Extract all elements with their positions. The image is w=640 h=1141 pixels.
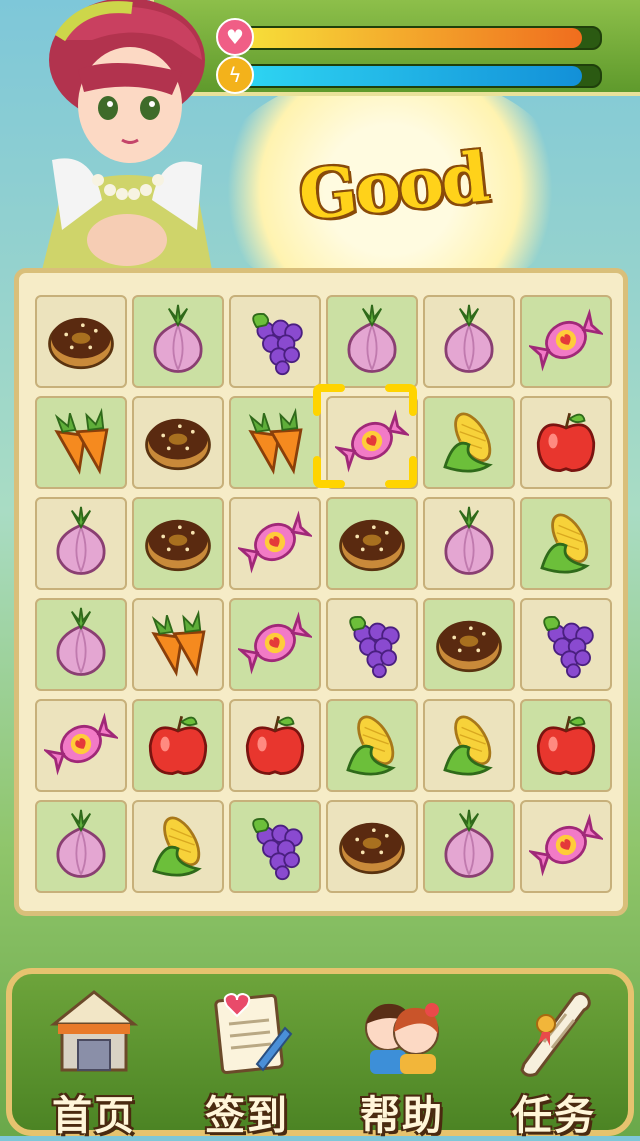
onion-icon (432, 505, 506, 583)
apple-icon (529, 707, 603, 785)
grapes-icon (335, 606, 409, 684)
tile-donut[interactable] (35, 295, 127, 388)
tile-donut[interactable] (326, 800, 418, 893)
tile-onion[interactable] (423, 497, 515, 590)
tile-onion[interactable] (35, 497, 127, 590)
grapes-icon (238, 808, 312, 886)
tile-corn[interactable] (520, 497, 612, 590)
tile-carrot[interactable] (229, 396, 321, 489)
donut-icon (44, 303, 118, 381)
tile-donut[interactable] (132, 396, 224, 489)
tile-grapes[interactable] (229, 295, 321, 388)
donut-icon (141, 505, 215, 583)
home-shop-icon (39, 984, 149, 1079)
tile-grapes[interactable] (229, 800, 321, 893)
tile-grid (35, 295, 612, 893)
corn-icon (432, 707, 506, 785)
tile-donut[interactable] (132, 497, 224, 590)
tile-onion[interactable] (35, 598, 127, 691)
tile-onion[interactable] (423, 295, 515, 388)
onion-icon (335, 303, 409, 381)
tile-onion[interactable] (326, 295, 418, 388)
tile-grapes[interactable] (520, 598, 612, 691)
corn-icon (141, 808, 215, 886)
tile-candy[interactable] (35, 699, 127, 792)
donut-icon (335, 505, 409, 583)
onion-icon (432, 303, 506, 381)
tile-apple[interactable] (229, 699, 321, 792)
menu-checkin-label: 签到 (205, 1093, 289, 1139)
tile-candy[interactable] (520, 800, 612, 893)
tile-onion[interactable] (132, 295, 224, 388)
energy-bar (232, 64, 602, 88)
tile-candy[interactable] (229, 497, 321, 590)
task-scroll-icon (499, 984, 609, 1079)
menu-help-label: 帮助 (360, 1093, 444, 1139)
candy-icon (235, 505, 315, 583)
onion-icon (432, 808, 506, 886)
tile-corn[interactable] (423, 699, 515, 792)
donut-icon (141, 404, 215, 482)
grapes-icon (529, 606, 603, 684)
tile-grapes[interactable] (326, 598, 418, 691)
tile-corn[interactable] (132, 800, 224, 893)
tile-corn[interactable] (423, 396, 515, 489)
help-kids-icon (347, 984, 457, 1079)
onion-icon (44, 808, 118, 886)
tile-onion[interactable] (423, 800, 515, 893)
corn-icon (529, 505, 603, 583)
corn-icon (335, 707, 409, 785)
health-bar (232, 26, 602, 50)
carrot-icon (238, 404, 312, 482)
candy-icon (41, 707, 121, 785)
tile-candy[interactable] (520, 295, 612, 388)
tile-carrot[interactable] (35, 396, 127, 489)
tile-candy[interactable] (229, 598, 321, 691)
candy-icon (526, 808, 606, 886)
character-portrait (42, 0, 212, 270)
tile-corn[interactable] (326, 699, 418, 792)
menu-help-button[interactable]: 帮助 (332, 984, 472, 1139)
menu-task-label: 任务 (512, 1093, 596, 1139)
menu-task-button[interactable]: 任务 (484, 984, 624, 1139)
apple-icon (529, 404, 603, 482)
candy-icon (332, 404, 412, 482)
energy-bar-fill (234, 66, 582, 86)
tile-donut[interactable] (326, 497, 418, 590)
tile-onion[interactable] (35, 800, 127, 893)
candy-icon (526, 303, 606, 381)
checkin-notepad-icon (192, 984, 302, 1079)
menu-home-label: 首页 (52, 1093, 136, 1139)
tile-apple[interactable] (520, 396, 612, 489)
carrot-icon (44, 404, 118, 482)
tile-candy[interactable] (326, 396, 418, 489)
onion-icon (141, 303, 215, 381)
donut-icon (432, 606, 506, 684)
tile-donut[interactable] (423, 598, 515, 691)
corn-icon (432, 404, 506, 482)
health-bar-fill (234, 28, 582, 48)
tile-apple[interactable] (520, 699, 612, 792)
onion-icon (44, 505, 118, 583)
game-board (14, 268, 628, 916)
menu-home-button[interactable]: 首页 (24, 984, 164, 1139)
menu-checkin-button[interactable]: 签到 (177, 984, 317, 1139)
tile-carrot[interactable] (132, 598, 224, 691)
grapes-icon (238, 303, 312, 381)
bottom-menu: 首页 签到 帮助 任务 (6, 968, 634, 1139)
onion-icon (44, 606, 118, 684)
tile-apple[interactable] (132, 699, 224, 792)
donut-icon (335, 808, 409, 886)
apple-icon (141, 707, 215, 785)
candy-icon (235, 606, 315, 684)
apple-icon (238, 707, 312, 785)
carrot-icon (141, 606, 215, 684)
